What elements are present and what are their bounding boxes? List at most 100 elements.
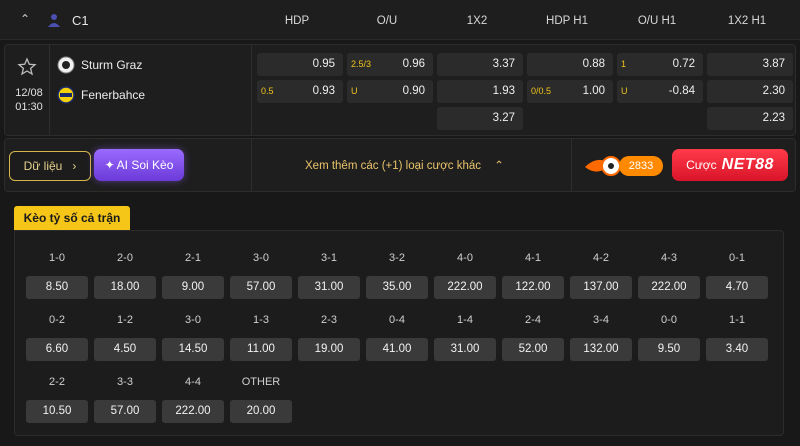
- data-button-label: Dữ liệu: [23, 159, 63, 173]
- home-team[interactable]: Sturm Graz: [57, 55, 142, 75]
- odd-value: 1.93: [492, 85, 515, 97]
- score-odd[interactable]: 10.50: [26, 400, 88, 423]
- odd-hdp-away[interactable]: 0.5 0.93: [257, 80, 343, 103]
- score-option-3-3[interactable]: 3-3 57.00: [94, 376, 156, 423]
- score-odd[interactable]: 19.00: [298, 338, 360, 361]
- odd-value: 2.30: [762, 85, 785, 97]
- odd-value: 3.37: [492, 58, 515, 70]
- score-label: 2-1: [185, 252, 201, 264]
- more-bets-link[interactable]: Xem thêm các (+1) loại cược khác ⌃: [305, 158, 504, 172]
- score-odd[interactable]: 222.00: [638, 276, 700, 299]
- score-option-0-1[interactable]: 0-1 4.70: [706, 252, 768, 299]
- score-option-4-3[interactable]: 4-3 222.00: [638, 252, 700, 299]
- score-odd[interactable]: 4.50: [94, 338, 156, 361]
- score-option-3-4[interactable]: 3-4 132.00: [570, 314, 632, 361]
- score-option-0-2[interactable]: 0-2 6.60: [26, 314, 88, 361]
- odd-1x2-h1-away[interactable]: 2.30: [707, 80, 793, 103]
- ai-button-label: AI Soi Kèo: [116, 158, 174, 172]
- score-odd[interactable]: 122.00: [502, 276, 564, 299]
- score-label: 2-0: [117, 252, 133, 264]
- score-option-4-0[interactable]: 4-0 222.00: [434, 252, 496, 299]
- score-odd[interactable]: 222.00: [434, 276, 496, 299]
- promo-banner-live[interactable]: 2833: [583, 151, 665, 181]
- score-odd[interactable]: 9.00: [162, 276, 224, 299]
- score-option-4-1[interactable]: 4-1 122.00: [502, 252, 564, 299]
- score-odd[interactable]: 31.00: [298, 276, 360, 299]
- score-label: 3-0: [253, 252, 269, 264]
- score-label: 1-2: [117, 314, 133, 326]
- fire-ball-icon: [585, 156, 621, 176]
- score-odd[interactable]: 31.00: [434, 338, 496, 361]
- score-option-2-3[interactable]: 2-3 19.00: [298, 314, 360, 361]
- tab-correct-score[interactable]: Kèo tỷ số cả trận: [14, 206, 130, 230]
- col-hdp-h1: HDP H1: [546, 15, 588, 27]
- score-odd[interactable]: 18.00: [94, 276, 156, 299]
- score-option-1-0[interactable]: 1-0 8.50: [26, 252, 88, 299]
- odd-value: 0.88: [582, 58, 605, 70]
- score-option-1-1[interactable]: 1-1 3.40: [706, 314, 768, 361]
- odd-1x2-home[interactable]: 3.37: [437, 53, 523, 76]
- score-odd[interactable]: 132.00: [570, 338, 632, 361]
- odd-hdp-h1-home[interactable]: 0.88: [527, 53, 613, 76]
- score-odd[interactable]: 14.50: [162, 338, 224, 361]
- league-flag-icon: [48, 14, 60, 27]
- score-odd[interactable]: 6.60: [26, 338, 88, 361]
- odd-value: 2.23: [762, 112, 785, 124]
- odd-ou-under[interactable]: U 0.90: [347, 80, 433, 103]
- score-option-0-0[interactable]: 0-0 9.50: [638, 314, 700, 361]
- ai-analysis-button[interactable]: ✦ AI Soi Kèo: [94, 149, 184, 181]
- away-team[interactable]: Fenerbahce: [57, 85, 145, 105]
- chevron-up-icon[interactable]: ⌃: [20, 12, 34, 26]
- odd-ou-h1-over[interactable]: 1 0.72: [617, 53, 703, 76]
- score-option-2-4[interactable]: 2-4 52.00: [502, 314, 564, 361]
- odd-hdp-home[interactable]: 0.95: [257, 53, 343, 76]
- score-odd[interactable]: 3.40: [706, 338, 768, 361]
- score-odd[interactable]: 8.50: [26, 276, 88, 299]
- odd-hdp-h1-away[interactable]: 0/0.5 1.00: [527, 80, 613, 103]
- data-button[interactable]: Dữ liệu ›: [9, 151, 91, 181]
- score-option-4-4[interactable]: 4-4 222.00: [162, 376, 224, 423]
- score-option-1-4[interactable]: 1-4 31.00: [434, 314, 496, 361]
- score-option-0-4[interactable]: 0-4 41.00: [366, 314, 428, 361]
- score-odd[interactable]: 9.50: [638, 338, 700, 361]
- score-odd[interactable]: 41.00: [366, 338, 428, 361]
- score-option-3-1[interactable]: 3-1 31.00: [298, 252, 360, 299]
- score-option-other[interactable]: OTHER 20.00: [230, 376, 292, 423]
- promo-brand-logo: NET88: [721, 156, 774, 173]
- score-option-1-2[interactable]: 1-2 4.50: [94, 314, 156, 361]
- match-actions-bar: Dữ liệu › ✦ AI Soi Kèo Xem thêm các (+1)…: [4, 138, 796, 192]
- score-option-3-0[interactable]: 3-0 57.00: [230, 252, 292, 299]
- score-odd[interactable]: 20.00: [230, 400, 292, 423]
- score-option-3-0[interactable]: 3-0 14.50: [162, 314, 224, 361]
- score-option-2-2[interactable]: 2-2 10.50: [26, 376, 88, 423]
- col-1x2-h1: 1X2 H1: [727, 15, 767, 27]
- score-odd[interactable]: 35.00: [366, 276, 428, 299]
- odd-value: -0.84: [668, 85, 695, 97]
- score-odd[interactable]: 57.00: [230, 276, 292, 299]
- odd-1x2-h1-home[interactable]: 3.87: [707, 53, 793, 76]
- favorite-star-icon[interactable]: [17, 57, 37, 77]
- score-option-2-0[interactable]: 2-0 18.00: [94, 252, 156, 299]
- odd-1x2-h1-draw[interactable]: 2.23: [707, 107, 793, 130]
- odd-value: 1.00: [582, 85, 605, 97]
- score-option-3-2[interactable]: 3-2 35.00: [366, 252, 428, 299]
- match-date: 12/08: [15, 87, 43, 99]
- score-option-4-2[interactable]: 4-2 137.00: [570, 252, 632, 299]
- odd-1x2-away[interactable]: 1.93: [437, 80, 523, 103]
- score-odd[interactable]: 57.00: [94, 400, 156, 423]
- score-odd[interactable]: 4.70: [706, 276, 768, 299]
- odd-ou-h1-under[interactable]: U -0.84: [617, 80, 703, 103]
- handicap-line: 0.5: [261, 86, 274, 96]
- score-odd[interactable]: 137.00: [570, 276, 632, 299]
- score-odd[interactable]: 52.00: [502, 338, 564, 361]
- score-odd[interactable]: 222.00: [162, 400, 224, 423]
- odd-1x2-draw[interactable]: 3.27: [437, 107, 523, 130]
- odd-ou-over[interactable]: 2.5/3 0.96: [347, 53, 433, 76]
- score-odd[interactable]: 11.00: [230, 338, 292, 361]
- total-line: 1: [621, 59, 627, 69]
- more-bets-label: Xem thêm các (+1) loại cược khác: [305, 160, 481, 172]
- score-option-2-1[interactable]: 2-1 9.00: [162, 252, 224, 299]
- promo-bet-button[interactable]: Cược NET88: [672, 149, 788, 181]
- away-team-name: Fenerbahce: [81, 88, 146, 102]
- score-option-1-3[interactable]: 1-3 11.00: [230, 314, 292, 361]
